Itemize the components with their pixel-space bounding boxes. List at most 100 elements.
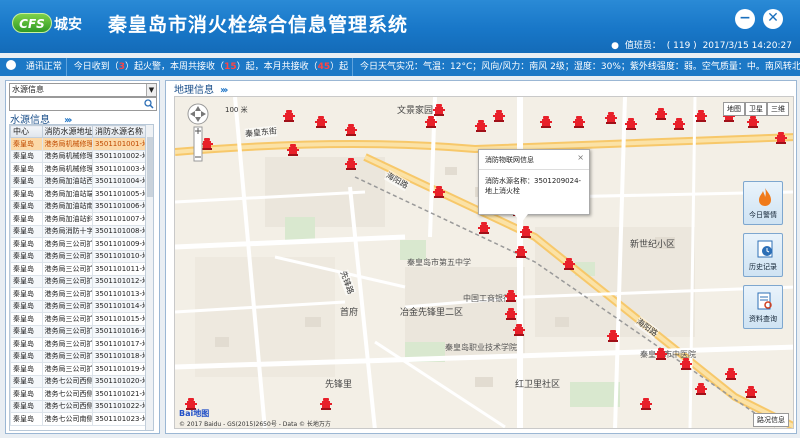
table-row[interactable]: 秦皇岛港务局三公司扩建3501101016-地上消火栓 xyxy=(10,324,153,338)
table-row[interactable]: 秦皇岛港务局三公司扩建3501101017-地上消火栓 xyxy=(10,337,153,351)
traffic-button[interactable]: 路况信息 xyxy=(753,413,789,427)
table-row[interactable]: 秦皇岛港务局机械修理分3501101003-地上消火栓 xyxy=(10,162,153,176)
table-cell: 秦皇岛 xyxy=(10,399,43,413)
map-type-switch[interactable]: 地图 卫星 三维 xyxy=(723,102,789,116)
table-row[interactable]: 秦皇岛港务七公司西侧南3501101020-地上消火栓 xyxy=(10,374,153,388)
map-label: 中国工商银行 xyxy=(463,294,511,303)
hydrant-marker-icon[interactable] xyxy=(478,221,490,234)
hydrant-marker-icon[interactable] xyxy=(695,382,707,395)
hydrant-marker-icon[interactable] xyxy=(520,225,532,238)
hydrant-marker-icon[interactable] xyxy=(540,115,552,128)
hydrant-marker-icon[interactable] xyxy=(680,357,692,370)
table-row[interactable]: 秦皇岛港务局机械修理分3501101001-地上消火栓 xyxy=(10,137,153,151)
duty-value: ( 119 ) xyxy=(666,41,697,51)
document-search-icon xyxy=(757,292,772,310)
alarm-stats: 今日收到（3）起火警，本周共接收（15）起，本月共接收（45）起 xyxy=(70,58,354,76)
table-row[interactable]: 秦皇岛港务局消防十字路3501101008-地上消火栓 xyxy=(10,224,153,238)
hydrant-marker-icon[interactable] xyxy=(505,289,517,302)
table-cell: 港务局机械修理分 xyxy=(41,137,93,151)
map-type-3d[interactable]: 三维 xyxy=(767,102,789,116)
table-row[interactable]: 秦皇岛港务局加油站斜十3501101007-地上消火栓 xyxy=(10,212,153,226)
column-header[interactable]: 消防水源地址 xyxy=(41,125,93,138)
hydrant-marker-icon[interactable] xyxy=(605,111,617,124)
popup-close-icon[interactable]: × xyxy=(577,153,584,162)
side-toolbar: 今日警情 历史记录 资料查询 xyxy=(743,181,783,337)
table-row[interactable]: 秦皇岛港务局三公司扩建3501101010-地上消火栓 xyxy=(10,249,153,263)
hydrant-marker-icon[interactable] xyxy=(425,115,437,128)
map-view[interactable]: 文景家园 秦皇东街 新世纪小区 先锋路 首府 冶金先锋里二区 先锋里 红卫里社区… xyxy=(174,96,794,429)
table-row[interactable]: 秦皇岛港务局三公司扩建3501101014-地上消火栓 xyxy=(10,299,153,313)
table-row[interactable]: 秦皇岛港务局三公司扩建3501101011-地上消火栓 xyxy=(10,262,153,276)
table-row[interactable]: 秦皇岛港务局加油站西侧3501101004-地上消火栓 xyxy=(10,174,153,188)
table-cell: 秦皇岛 xyxy=(10,137,43,151)
hydrant-marker-icon[interactable] xyxy=(640,397,652,410)
hydrant-marker-icon[interactable] xyxy=(563,257,575,270)
table-row[interactable]: 秦皇岛港务七公司南侧东3501101023-地上消火栓 xyxy=(10,412,153,426)
hydrant-marker-icon[interactable] xyxy=(315,115,327,128)
table-cell: 秦皇岛 xyxy=(10,362,43,376)
search-icon[interactable] xyxy=(144,99,154,109)
double-chevron-icon: ››› xyxy=(220,85,229,96)
hydrant-marker-icon[interactable] xyxy=(655,347,667,360)
today-alarms-button[interactable]: 今日警情 xyxy=(743,181,783,225)
today-alarms-label: 今日警情 xyxy=(749,211,777,219)
table-row[interactable]: 秦皇岛港务局加油站南侧3501101006-地上消火栓 xyxy=(10,199,153,213)
search-input[interactable] xyxy=(9,97,157,111)
water-source-panel: 水源信息 ▼ 水源信息 ››› 中心 消防水源地址 消防水源名称 秦皇岛 港务局机械… xyxy=(5,80,160,434)
table-row[interactable]: 秦皇岛港务局三公司扩建3501101015-地上消火栓 xyxy=(10,312,153,326)
hydrant-marker-icon[interactable] xyxy=(673,117,685,130)
water-source-table: 中心 消防水源地址 消防水源名称 秦皇岛港务局机械修理分3501101001-地… xyxy=(9,124,154,431)
hydrant-marker-icon[interactable] xyxy=(607,329,619,342)
hydrant-marker-icon[interactable] xyxy=(725,367,737,380)
data-query-button[interactable]: 资料查询 xyxy=(743,285,783,329)
table-cell: 秦皇岛 xyxy=(10,324,43,338)
hydrant-marker-icon[interactable] xyxy=(320,397,332,410)
hydrant-marker-icon[interactable] xyxy=(745,385,757,398)
hydrant-marker-icon[interactable] xyxy=(625,117,637,130)
hydrant-marker-icon[interactable] xyxy=(695,109,707,122)
table-header: 中心 消防水源地址 消防水源名称 xyxy=(10,125,153,138)
table-cell: 秦皇岛 xyxy=(10,262,43,276)
popup-tail xyxy=(514,214,528,223)
hydrant-marker-icon[interactable] xyxy=(433,103,445,116)
hydrant-marker-icon[interactable] xyxy=(655,107,667,120)
hydrant-marker-icon[interactable] xyxy=(505,307,517,320)
hydrant-marker-icon[interactable] xyxy=(433,185,445,198)
map-type-map[interactable]: 地图 xyxy=(723,102,745,116)
map-type-satellite[interactable]: 卫星 xyxy=(745,102,767,116)
table-row[interactable]: 秦皇岛港务局三公司扩建3501101019-地上消火栓 xyxy=(10,362,153,376)
hydrant-marker-icon[interactable] xyxy=(283,109,295,122)
table-row[interactable]: 秦皇岛港务七公司西侧南3501101021-地上消火栓 xyxy=(10,387,153,401)
comm-status-icon xyxy=(6,60,16,70)
hydrant-marker-icon[interactable] xyxy=(747,115,759,128)
hydrant-marker-icon[interactable] xyxy=(515,245,527,258)
table-scrollbar[interactable] xyxy=(145,125,153,430)
chevron-down-icon[interactable]: ▼ xyxy=(146,84,156,96)
table-row[interactable]: 秦皇岛港务局机械修理分3501101002-地上消火栓 xyxy=(10,149,153,163)
minimize-button[interactable]: − xyxy=(735,9,755,29)
hydrant-marker-icon[interactable] xyxy=(775,131,787,144)
table-row[interactable]: 秦皇岛港务局三公司扩建3501101013-地上消火栓 xyxy=(10,287,153,301)
table-cell: 港务局机械修理分 xyxy=(41,162,93,176)
hydrant-marker-icon[interactable] xyxy=(513,323,525,336)
history-button[interactable]: 历史记录 xyxy=(743,233,783,277)
datetime: 2017/3/15 14:20:27 xyxy=(702,41,792,51)
column-header[interactable]: 中心 xyxy=(10,125,43,138)
table-row[interactable]: 秦皇岛港务局加油站端面3501101005-地上消火栓 xyxy=(10,187,153,201)
hydrant-marker-icon[interactable] xyxy=(345,123,357,136)
table-row[interactable]: 秦皇岛港务局三公司扩建3501101012-地上消火栓 xyxy=(10,274,153,288)
category-select[interactable]: 水源信息 ▼ xyxy=(9,83,157,97)
table-row[interactable]: 秦皇岛港务七公司西侧北3501101022-地上消火栓 xyxy=(10,399,153,413)
table-row[interactable]: 秦皇岛港务局三公司扩建3501101018-地上消火栓 xyxy=(10,349,153,363)
close-button[interactable]: ✕ xyxy=(763,9,783,29)
table-row[interactable]: 秦皇岛港务局三公司扩建3501101009-地上消火栓 xyxy=(10,237,153,251)
hydrant-marker-icon[interactable] xyxy=(345,157,357,170)
scrollbar-thumb[interactable] xyxy=(147,137,153,197)
hydrant-marker-icon[interactable] xyxy=(573,115,585,128)
hydrant-marker-icon[interactable] xyxy=(287,143,299,156)
app-title: 秦皇岛市消火栓综合信息管理系统 xyxy=(108,14,409,36)
table-cell: 港务局三公司扩建 xyxy=(41,237,93,251)
hydrant-marker-icon[interactable] xyxy=(475,119,487,132)
table-cell: 秦皇岛 xyxy=(10,337,43,351)
hydrant-marker-icon[interactable] xyxy=(493,109,505,122)
